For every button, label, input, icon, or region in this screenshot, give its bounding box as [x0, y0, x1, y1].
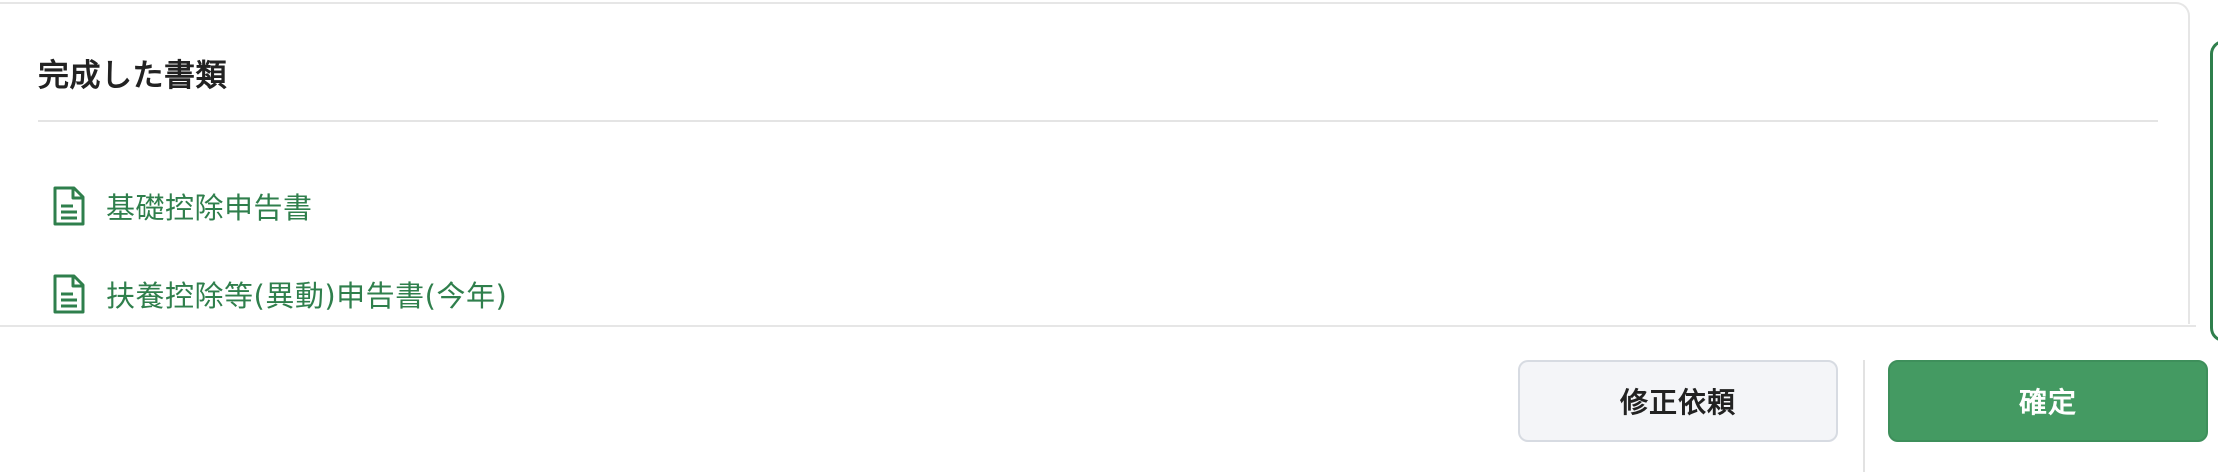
title-divider: [38, 120, 2158, 122]
request-fix-button[interactable]: 修正依頼: [1518, 360, 1838, 442]
document-link-label[interactable]: 基礎控除申告書: [106, 185, 313, 227]
page: 完成した書類 基礎控除申告書 扶養控除等(異動)申告書(今年) 修正依頼 確定: [0, 0, 2218, 472]
document-link-label[interactable]: 扶養控除等(異動)申告書(今年): [106, 273, 507, 315]
document-item-kiso-koujo[interactable]: 基礎控除申告書: [52, 180, 507, 232]
document-icon: [53, 186, 85, 226]
completed-documents-card: 完成した書類 基礎控除申告書 扶養控除等(異動)申告書(今年): [0, 2, 2190, 324]
document-list: 基礎控除申告書 扶養控除等(異動)申告書(今年): [52, 180, 507, 356]
document-icon: [53, 274, 85, 314]
footer-divider: [0, 325, 2196, 327]
side-panel-edge: [2210, 40, 2218, 342]
section-title: 完成した書類: [38, 58, 227, 94]
confirm-button[interactable]: 確定: [1888, 360, 2208, 442]
button-separator: [1863, 360, 1865, 472]
document-item-fuyou-koujo[interactable]: 扶養控除等(異動)申告書(今年): [52, 268, 507, 320]
